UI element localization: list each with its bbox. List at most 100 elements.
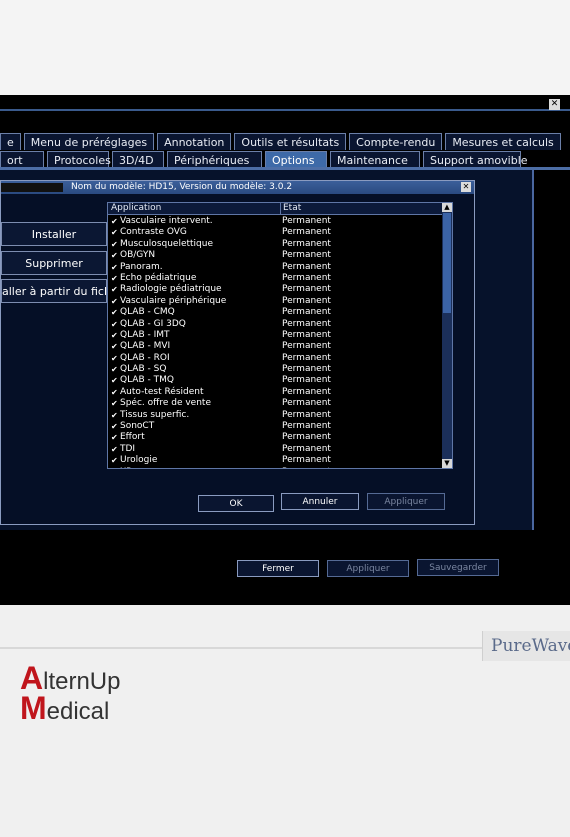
application-name: SonoCT: [120, 421, 155, 432]
list-item[interactable]: ✔ Spéc. offre de vente Permanent: [108, 398, 444, 409]
scroll-up-icon[interactable]: ▲: [442, 203, 452, 212]
tab-preset-menu[interactable]: Menu de préréglages: [23, 133, 155, 150]
list-item[interactable]: ✔XRes Permanent: [108, 467, 444, 468]
list-item[interactable]: ✔ QLAB - IMT Permanent: [108, 330, 444, 341]
check-icon: ✔: [111, 353, 118, 363]
application-name: QLAB - SQ: [120, 364, 167, 375]
check-icon: ✔: [111, 410, 118, 420]
application-state: Permanent: [282, 295, 331, 306]
list-item[interactable]: ✔ Vasculaire intervent. Permanent: [108, 216, 444, 227]
options-panel: Nom du modèle: HD15, Version du modèle: …: [0, 170, 534, 530]
list-item[interactable]: ✔ Echo pédiatrique Permanent: [108, 273, 444, 284]
dialog-apply-button[interactable]: Appliquer: [367, 493, 445, 510]
list-header: Application Etat: [108, 203, 444, 215]
list-item[interactable]: ✔ Radiologie pédiatrique Permanent: [108, 284, 444, 295]
application-state: Permanent: [282, 307, 331, 318]
check-icon: ✔: [111, 376, 118, 386]
application-list[interactable]: Application Etat ✔ Vasculaire intervent. P…: [107, 202, 453, 469]
save-button[interactable]: Sauvegarder: [417, 559, 499, 576]
application-name: Contraste OVG: [120, 227, 187, 238]
purewave-logo: PureWave: [482, 631, 570, 661]
application-state: Permanent: [282, 386, 331, 397]
application-state: Permanent: [282, 364, 331, 375]
list-item[interactable]: ✔ QLAB - ROI Permanent: [108, 353, 444, 364]
ok-button[interactable]: OK: [198, 495, 274, 512]
check-icon: ✔: [111, 444, 118, 454]
list-item[interactable]: ✔ QLAB - TMQ Permanent: [108, 375, 444, 386]
application-state: Permanent: [282, 329, 331, 340]
list-item[interactable]: ✔ QLAB - CMQ Permanent: [108, 307, 444, 318]
list-item[interactable]: ✔ Effort Permanent: [108, 432, 444, 443]
application-name: Panoram.: [120, 261, 163, 272]
tab-peripherals[interactable]: Périphériques: [167, 151, 262, 168]
list-item[interactable]: ✔ QLAB - MVI Permanent: [108, 341, 444, 352]
application-name: Vasculaire périphérique: [120, 295, 227, 306]
list-item[interactable]: ✔ Auto-test Résident Permanent: [108, 387, 444, 398]
application-state: Permanent: [282, 421, 331, 432]
check-icon: ✔: [111, 228, 118, 238]
tab-maintenance[interactable]: Maintenance: [330, 151, 420, 168]
scroll-down-icon[interactable]: ▼: [442, 459, 452, 468]
cancel-button[interactable]: Annuler: [281, 493, 359, 510]
application-state: Permanent: [282, 467, 331, 468]
check-icon: ✔: [111, 330, 118, 340]
tab-measurements[interactable]: Mesures et calculs: [445, 133, 561, 150]
dialog-close-icon[interactable]: ✕: [461, 182, 471, 192]
list-item[interactable]: ✔ Vasculaire périphérique Permanent: [108, 296, 444, 307]
application-state: Permanent: [282, 352, 331, 363]
application-state: Permanent: [282, 443, 331, 454]
apply-button[interactable]: Appliquer: [327, 560, 409, 577]
application-name: Tissus superfic.: [120, 409, 190, 420]
application-name: Urologie: [120, 455, 158, 466]
logo-text-edical: edical: [46, 698, 110, 725]
tab-partial-ort[interactable]: ort: [0, 151, 44, 168]
close-button[interactable]: Fermer: [237, 560, 319, 577]
application-state: Permanent: [282, 409, 331, 420]
list-item[interactable]: ✔ Contraste OVG Permanent: [108, 227, 444, 238]
list-item[interactable]: ✔ Panoram. Permanent: [108, 262, 444, 273]
tab-row-2: ort Protocoles 3D/4D Périphériques Optio…: [0, 151, 528, 168]
check-icon: ✔: [111, 456, 118, 466]
list-item[interactable]: ✔ QLAB - SQ Permanent: [108, 364, 444, 375]
list-item[interactable]: ✔ Urologie Permanent: [108, 455, 444, 466]
tab-report[interactable]: Compte-rendu: [349, 133, 443, 150]
list-item[interactable]: ✔ OB/GYN Permanent: [108, 250, 444, 261]
application-name: QLAB - TMQ: [120, 375, 174, 386]
tab-row-1: e Menu de préréglages Annotation Outils …: [0, 133, 561, 150]
application-state: Permanent: [282, 227, 331, 238]
check-icon: ✔: [111, 251, 118, 261]
list-item[interactable]: ✔ TDI Permanent: [108, 444, 444, 455]
list-item[interactable]: ✔ Musculosquelettique Permanent: [108, 239, 444, 250]
tab-protocols[interactable]: Protocoles: [47, 151, 111, 168]
tab-options[interactable]: Options: [265, 151, 327, 168]
application-name: OB/GYN: [120, 250, 156, 261]
tab-removable-media[interactable]: Support amovible: [423, 151, 528, 168]
check-icon: ✔: [111, 308, 118, 318]
tab-3d4d[interactable]: 3D/4D: [112, 151, 164, 168]
model-dialog: Nom du modèle: HD15, Version du modèle: …: [0, 180, 475, 525]
delete-button[interactable]: Supprimer: [1, 251, 107, 275]
application-name: XRes: [120, 467, 142, 468]
window-close-icon[interactable]: ✕: [549, 99, 560, 110]
check-icon: ✔: [111, 422, 118, 432]
list-item[interactable]: ✔ Tissus superfic. Permanent: [108, 410, 444, 421]
scroll-thumb[interactable]: [443, 213, 451, 313]
list-item[interactable]: ✔ QLAB - GI 3DQ Permanent: [108, 319, 444, 330]
ultrasound-screen: ✕ e Menu de préréglages Annotation Outil…: [0, 95, 570, 605]
logo-text-ltern: ltern: [43, 668, 90, 695]
logo-letter-m: M: [20, 690, 47, 726]
tab-tools-results[interactable]: Outils et résultats: [234, 133, 347, 150]
application-name: QLAB - GI 3DQ: [120, 318, 186, 329]
install-button[interactable]: Installer: [1, 222, 107, 246]
column-application[interactable]: Application: [111, 203, 161, 214]
list-scrollbar[interactable]: ▲ ▼: [442, 203, 452, 468]
tab-partial-e[interactable]: e: [0, 133, 21, 150]
list-item[interactable]: ✔ SonoCT Permanent: [108, 421, 444, 432]
install-from-file-button[interactable]: aller à partir du fichier: [1, 279, 107, 303]
check-icon: ✔: [111, 319, 118, 329]
application-name: QLAB - ROI: [120, 352, 170, 363]
application-state: Permanent: [282, 455, 331, 466]
monitor-bezel-bottom: PureWave AlternUp Medical: [0, 605, 570, 837]
column-state[interactable]: Etat: [280, 203, 301, 214]
tab-annotation[interactable]: Annotation: [157, 133, 232, 150]
